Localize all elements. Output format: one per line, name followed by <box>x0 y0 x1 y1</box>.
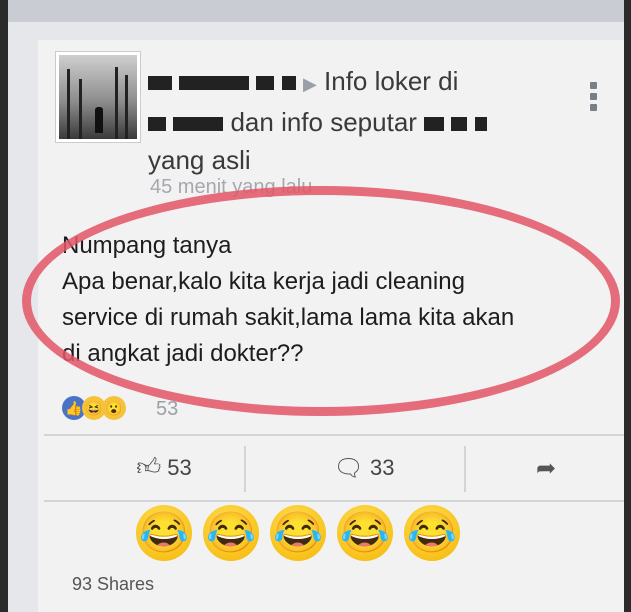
laughing-crying-emoji-icon: 😂 <box>337 505 393 561</box>
divider <box>44 500 624 502</box>
like-button[interactable]: 👍︎ 53 <box>84 436 244 500</box>
laughing-crying-emoji-icon: 😂 <box>203 505 259 561</box>
censor-bar <box>179 76 250 91</box>
divider <box>464 446 466 492</box>
share-count[interactable]: 93 Shares <box>72 574 154 595</box>
phone-screen: ▶ Info loker di dan info seputar yang as… <box>8 0 624 612</box>
censor-bar <box>173 117 224 132</box>
divider <box>244 446 246 492</box>
red-highlight-circle <box>22 186 620 416</box>
censor-bar <box>148 117 166 132</box>
share-button[interactable]: ➦ <box>474 436 624 500</box>
laughing-crying-emoji-icon: 😂 <box>270 505 326 561</box>
thumbs-up-icon: 👍︎ <box>136 454 162 481</box>
person-silhouette <box>95 107 103 133</box>
avatar[interactable] <box>56 52 140 142</box>
wow-reaction-icon: 😮 <box>102 396 126 420</box>
comment-button[interactable]: 🗨︎ 33 <box>264 436 464 500</box>
censor-bar <box>424 117 445 132</box>
reaction-count: 53 <box>156 398 179 420</box>
arrow-right-icon: ▶ <box>302 74 317 94</box>
comment-emojis: 😂 😂 😂 😂 😂 <box>136 505 471 565</box>
more-options-icon[interactable] <box>590 82 598 115</box>
post-header: ▶ Info loker di dan info seputar yang as… <box>148 62 568 179</box>
censor-bar <box>474 117 487 132</box>
censor-bar <box>281 76 296 91</box>
action-bar: 👍︎ 53 🗨︎ 33 ➦ <box>44 436 624 500</box>
share-arrow-icon: ➦ <box>535 454 557 482</box>
like-count: 53 <box>167 455 192 480</box>
group-name-part3[interactable]: yang asli <box>148 141 568 179</box>
group-name-part2[interactable]: dan info seputar <box>230 107 416 137</box>
speech-bubble-icon: 🗨︎ <box>333 454 364 482</box>
censor-bar <box>256 76 275 91</box>
laughing-crying-emoji-icon: 😂 <box>136 505 192 561</box>
top-bar <box>8 0 624 22</box>
censor-bar <box>451 117 468 132</box>
laughing-crying-emoji-icon: 😂 <box>404 505 460 561</box>
comment-count: 33 <box>369 455 395 480</box>
censor-bar <box>148 76 172 91</box>
group-name-part1[interactable]: Info loker di <box>324 66 458 96</box>
